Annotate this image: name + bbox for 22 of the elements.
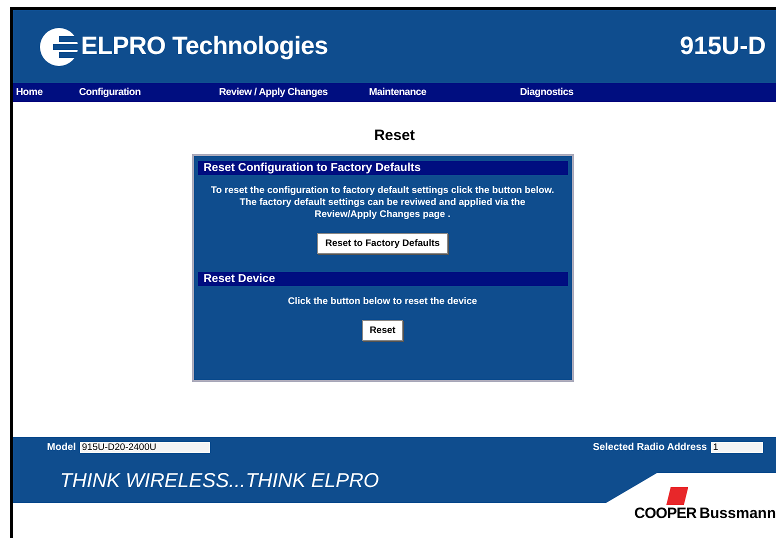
address-field[interactable]: 1 — [711, 442, 763, 454]
nav-link[interactable]: Configuration — [79, 86, 141, 98]
slogan-text: THINK WIRELESS...THINK ELPRO — [60, 470, 379, 493]
model-field[interactable]: 915U-D20-2400U — [80, 442, 210, 454]
logo-icon — [39, 26, 79, 67]
brand-name: ELPRO Technologies — [81, 32, 328, 62]
nav-link[interactable]: Home — [16, 86, 43, 98]
nav-link[interactable]: Diagnostics — [520, 86, 574, 98]
page-title: Reset — [374, 126, 415, 144]
reset-button[interactable]: Reset — [362, 320, 404, 341]
section-header: Reset Device — [198, 272, 568, 286]
maker-name: COOPER — [634, 505, 696, 522]
device-model: 915U-D — [680, 32, 766, 62]
maker-suffix: Bussmann — [699, 505, 776, 522]
nav-link[interactable]: Maintenance — [369, 86, 426, 98]
instruction-text: To reset the configuration to factory default settings click the button below. The factory default settings can be reviwed and applied via the Review/Apply Changes page . — [210, 184, 556, 221]
model-label: Model — [47, 442, 76, 454]
address-label: Selected Radio Address — [592, 442, 707, 454]
section-header: Reset Configuration to Factory Defaults — [198, 160, 568, 175]
instruction-text: Click the button below to reset the device — [286, 296, 478, 308]
nav-link[interactable]: Review / Apply Changes — [219, 86, 328, 98]
reset-button[interactable]: Reset to Factory Defaults — [317, 232, 448, 254]
